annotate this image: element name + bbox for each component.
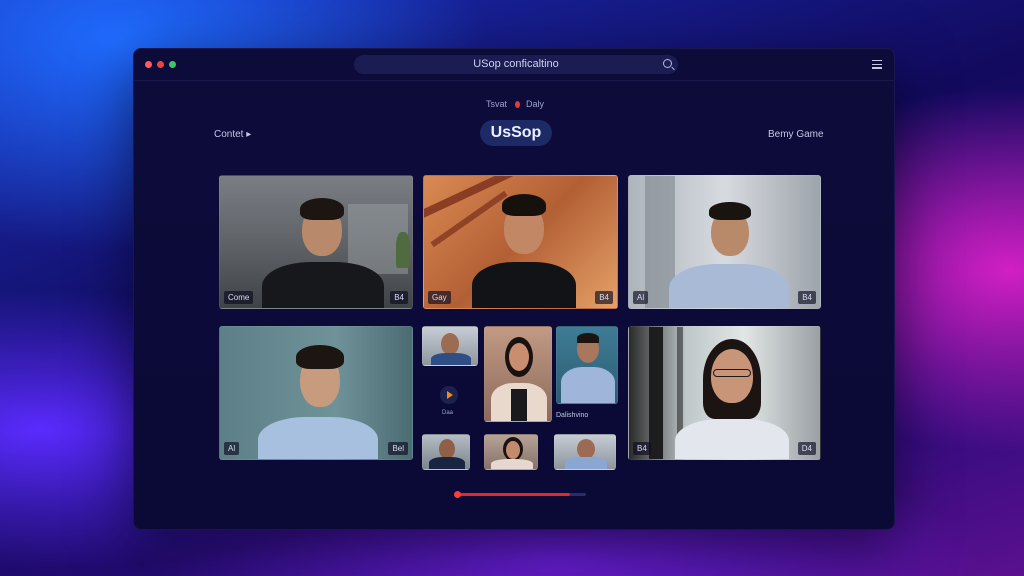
play-icon[interactable] [440,386,458,404]
maximize-dot-icon[interactable] [169,61,176,68]
participant-name-label: B4 [633,442,651,455]
nav-right-link[interactable]: Bemy Game [768,129,824,140]
progress-bar[interactable] [454,491,586,498]
record-dot-icon [515,101,521,108]
window-title: USop conficaltino [473,58,559,70]
participant-mini-grid: Daa Dalishvino [422,326,618,474]
brand-logo: UsSop [480,120,552,146]
video-tile[interactable]: Come B4 [219,175,413,309]
progress-fill [456,493,571,496]
menu-icon[interactable] [872,60,882,69]
progress-handle[interactable] [454,491,461,498]
toggle-right-label[interactable]: Daly [526,99,544,109]
nav-left-link[interactable]: Contet ▸ [214,129,251,140]
participant-status-badge: B4 [595,291,613,304]
participant-caption: Dalishvino [556,412,589,419]
conference-window: USop conficaltino Tsvat Daly Contet ▸ UsS… [133,48,895,530]
participant-name-label: Gay [428,291,451,304]
search-icon[interactable] [663,59,672,68]
toggle-left-label[interactable]: Tsvat [486,99,507,109]
mini-video-tile[interactable] [554,434,616,470]
participant-status-badge: D4 [797,442,816,455]
video-tile[interactable]: Gay B4 [423,175,618,309]
play-caption: Daa [442,410,454,416]
participant-status-badge: B4 [798,291,816,304]
close-dot-icon[interactable] [145,61,152,68]
mini-video-tile[interactable] [422,434,470,470]
title-bar: USop conficaltino [134,49,894,81]
video-tile[interactable]: Al B4 [628,175,821,309]
participant-status-badge: Bel [388,442,408,455]
view-toggle[interactable]: Tsvat Daly [486,99,544,109]
participant-name-label: Come [224,291,254,304]
mini-video-tile[interactable] [484,434,538,470]
participant-name-label: Al [633,291,649,304]
address-search-bar[interactable]: USop conficaltino [354,55,678,74]
mini-video-tile[interactable] [484,326,552,422]
video-tile[interactable]: B4 D4 [628,326,821,460]
mini-video-tile[interactable] [422,326,478,366]
mini-video-tile[interactable] [556,326,618,404]
minimize-dot-icon[interactable] [157,61,164,68]
participant-status-badge: B4 [390,291,408,304]
video-tile[interactable]: Al Bel [219,326,413,460]
participant-name-label: Al [224,442,240,455]
